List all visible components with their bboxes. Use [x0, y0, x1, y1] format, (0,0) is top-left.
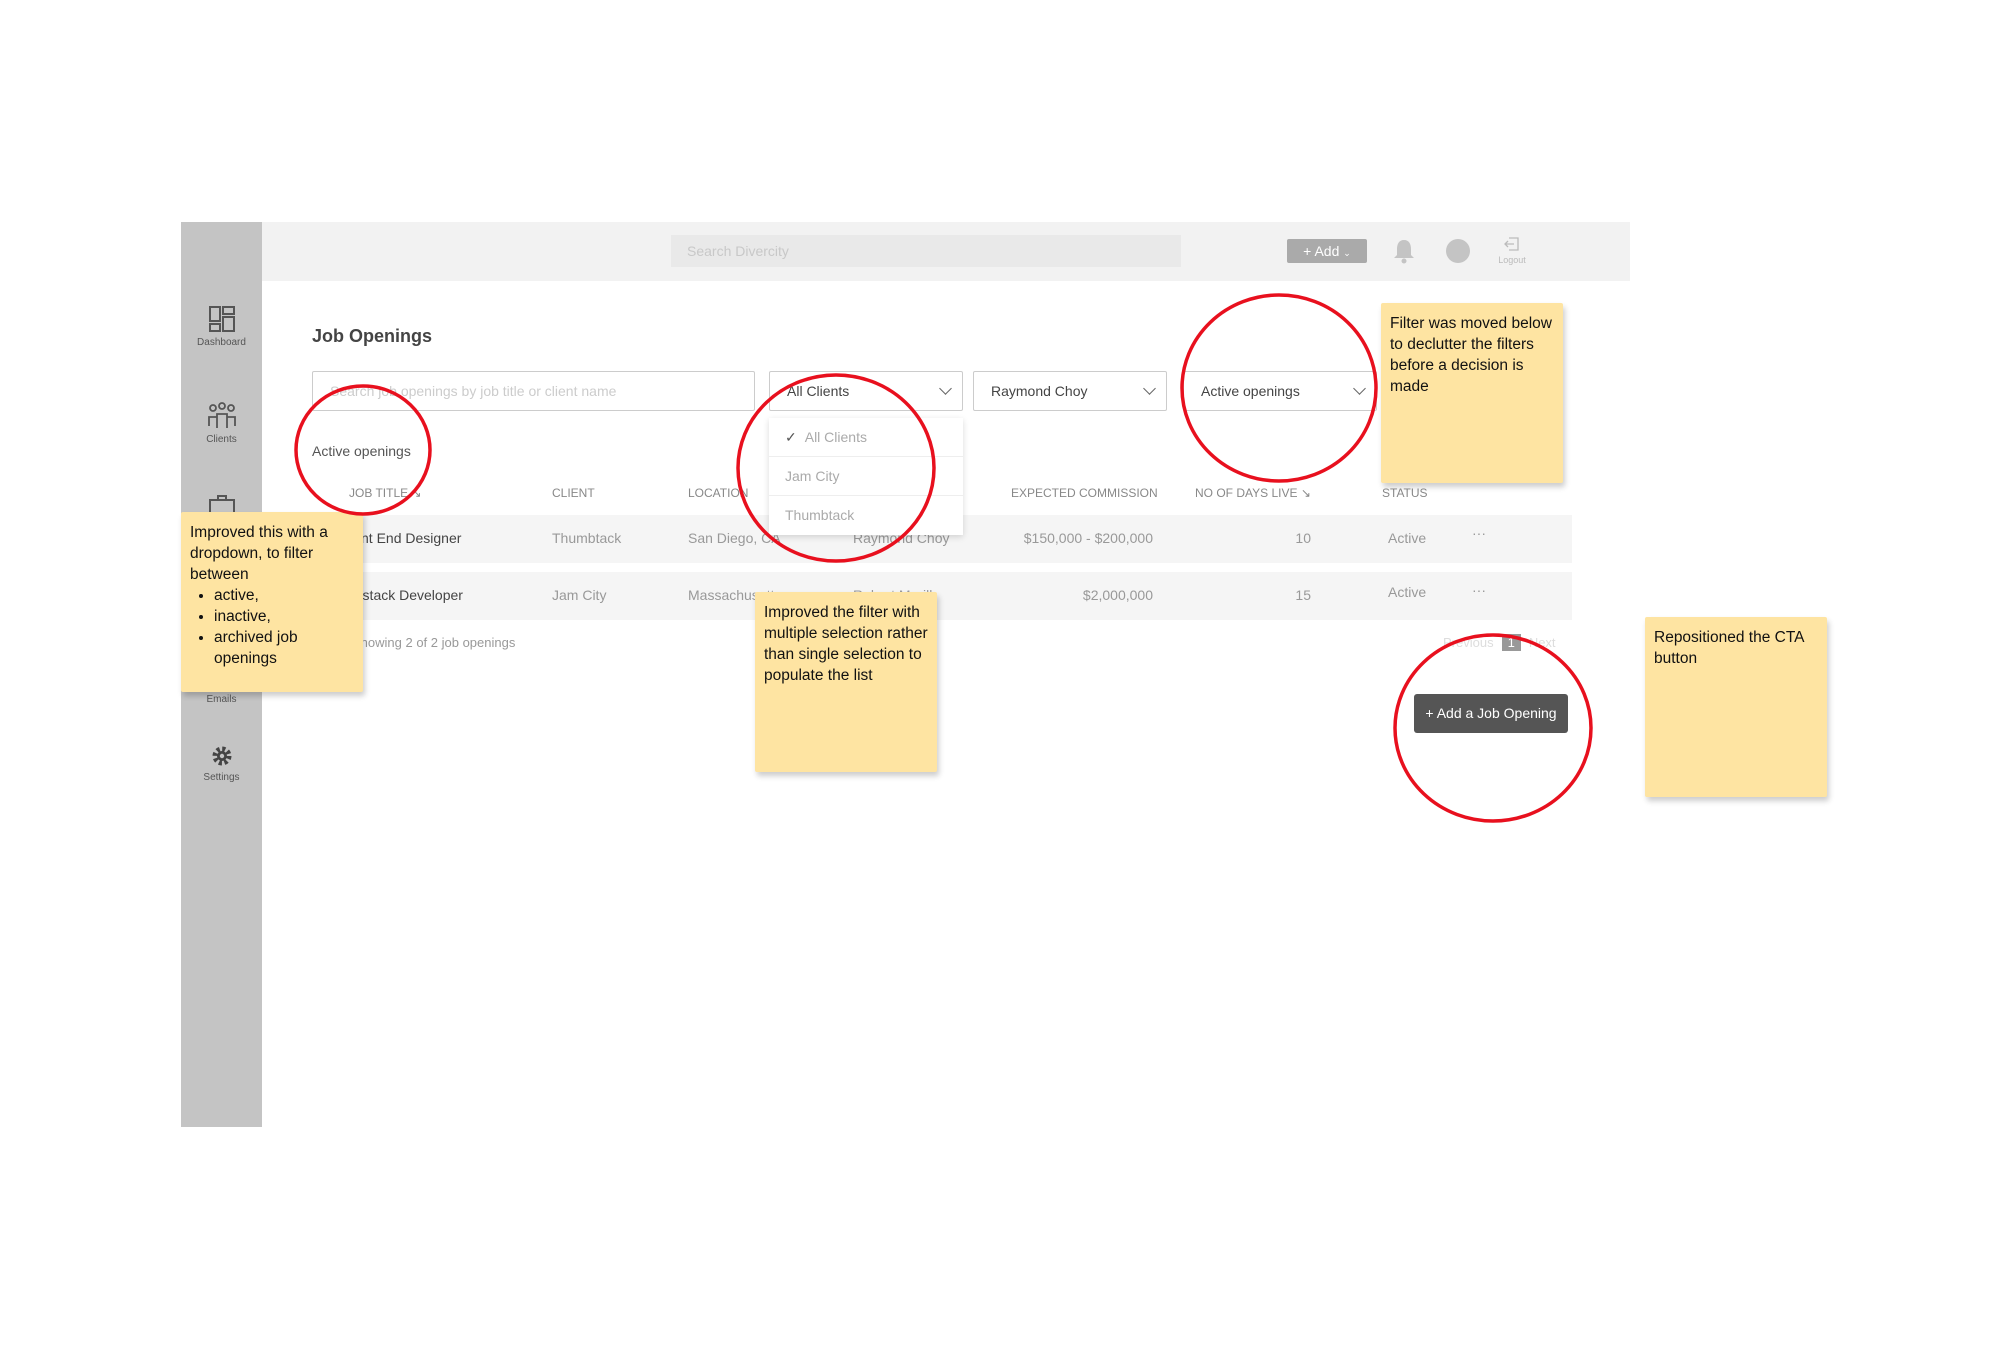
status-label: Active openings [312, 443, 411, 459]
chevron-down-icon [1353, 382, 1366, 395]
owner-filter-value: Raymond Choy [991, 383, 1088, 399]
sticky-note-multi-select: Improved the filter with multiple select… [755, 592, 937, 772]
bell-icon[interactable] [1393, 238, 1415, 264]
sticky-note-cta: Repositioned the CTA button [1645, 617, 1827, 797]
sidebar-item-label: Clients [206, 434, 237, 445]
commission: $2,000,000 [1082, 587, 1153, 603]
sticky-note-filter-moved: Filter was moved below to declutter the … [1381, 303, 1563, 483]
location: San Diego, CA [688, 530, 781, 546]
days-live: 15 [1295, 587, 1311, 603]
add-job-opening-button[interactable]: + Add a Job Opening [1414, 694, 1568, 733]
clients-icon [207, 402, 236, 428]
sort-icon: ↘ [1300, 486, 1311, 500]
sidebar-item-label: Emails [206, 694, 237, 705]
status: Active [1388, 530, 1427, 546]
page-title: Job Openings [312, 326, 433, 346]
header-commission[interactable]: EXPECTED COMMISSION [1011, 486, 1158, 500]
logout-label: Logout [1498, 255, 1526, 265]
add-label: + Add [1303, 243, 1340, 259]
header-days-live[interactable]: NO OF DAYS LIVE ↘ [1195, 486, 1311, 500]
more-icon[interactable]: ··· [1472, 582, 1486, 598]
sticky-note-dropdown: Improved this with a dropdown, to filter… [181, 512, 363, 692]
client-filter-value: All Clients [787, 383, 850, 399]
client-filter-select[interactable]: All Clients [769, 371, 963, 411]
client: Thumbtack [552, 530, 622, 546]
results-count: Showing 2 of 2 job openings [352, 635, 516, 650]
add-button[interactable]: + Add ⌄ [1287, 239, 1367, 263]
sidebar-item-emails[interactable]: Emails [181, 694, 262, 705]
note-bullet: active, [214, 585, 354, 606]
sidebar-item-settings[interactable]: Settings [181, 744, 262, 783]
sidebar-item-label: Dashboard [197, 337, 246, 348]
check-icon: ✓ [785, 429, 797, 445]
days-live: 10 [1295, 530, 1311, 546]
note-bullet: inactive, [214, 606, 354, 627]
table-row[interactable]: Fullstack Developer Jam City Massachuset… [312, 572, 1572, 620]
status-filter-value: Active openings [1201, 383, 1300, 399]
logout-icon [1504, 237, 1519, 251]
previous-button[interactable]: Previous [1443, 635, 1494, 650]
page-1-button[interactable]: 1 [1501, 634, 1521, 651]
chevron-down-icon [1143, 382, 1156, 395]
avatar[interactable] [1446, 239, 1470, 263]
menu-item-all-clients[interactable]: ✓ All Clients [769, 418, 963, 457]
chevron-down-icon: ⌄ [1343, 248, 1351, 258]
sort-icon: ↘ [411, 486, 422, 500]
commission: $150,000 - $200,000 [1023, 530, 1153, 546]
header-location[interactable]: LOCATION [688, 486, 748, 500]
global-search-input[interactable]: Search Divercity [671, 235, 1181, 267]
header-status[interactable]: STATUS [1382, 486, 1428, 500]
next-button[interactable]: Next [1529, 635, 1556, 650]
status: Active [1388, 584, 1427, 600]
header-client[interactable]: CLIENT [552, 486, 595, 500]
logout-button[interactable]: Logout [1494, 235, 1530, 265]
sidebar-item-label: Settings [203, 772, 240, 783]
owner-filter-select[interactable]: Raymond Choy [973, 371, 1167, 411]
client: Jam City [552, 587, 607, 603]
briefcase-icon [208, 495, 235, 514]
chevron-down-icon [939, 382, 952, 395]
more-icon[interactable]: ··· [1472, 525, 1486, 541]
client-dropdown-menu: ✓ All Clients Jam City Thumbtack [769, 418, 963, 535]
note-text: Improved this with a dropdown, to filter… [190, 524, 328, 583]
note-bullet: archived job openings [214, 627, 354, 669]
menu-item-jam-city[interactable]: Jam City [769, 457, 963, 496]
menu-item-thumbtack[interactable]: Thumbtack [769, 496, 963, 535]
job-search-input[interactable]: Search job openings by job title or clie… [312, 371, 755, 411]
status-filter-select[interactable]: Active openings [1183, 371, 1377, 411]
sidebar-item-dashboard[interactable]: Dashboard [181, 305, 262, 348]
dashboard-icon [208, 306, 235, 332]
header-job-title[interactable]: JOB TITLE ↘ [349, 486, 422, 500]
gear-icon [212, 746, 231, 766]
pagination: Previous 1 Next [1443, 634, 1556, 651]
sidebar-item-clients[interactable]: Clients [181, 402, 262, 445]
